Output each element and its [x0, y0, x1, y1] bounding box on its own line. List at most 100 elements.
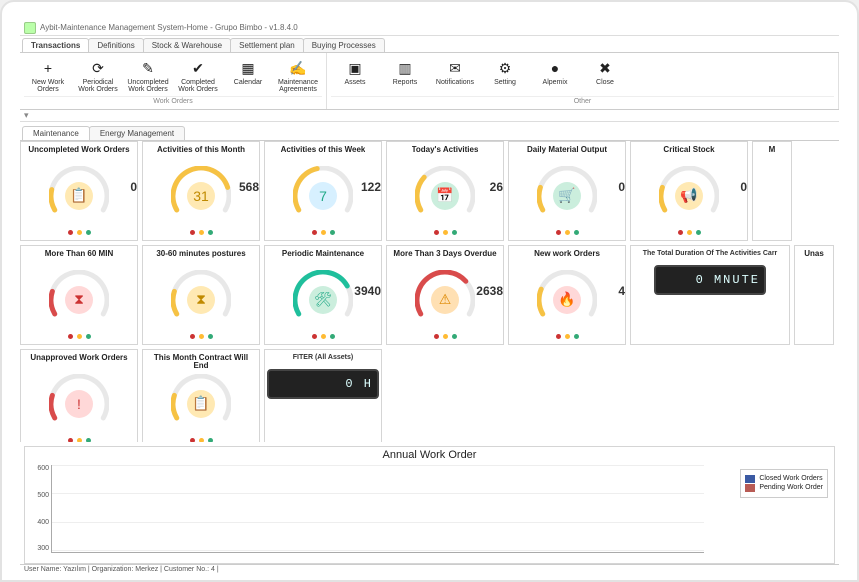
ribbon-icon: ●: [545, 58, 565, 78]
lcd-display: 0 MNUTE: [654, 265, 766, 295]
app-logo-icon: [24, 22, 36, 34]
ribbon-button[interactable]: ▥Reports: [381, 55, 429, 96]
kpi-card[interactable]: New work Orders 🔥4: [508, 245, 626, 345]
kpi-card[interactable]: This Month Contract Will End 📋: [142, 349, 260, 442]
gauge: 🛒0: [537, 166, 597, 226]
ribbon-group-title: Other: [331, 96, 834, 107]
card-title: Uncompleted Work Orders: [28, 146, 129, 164]
status-bar: User Name: Yazılım | Organization: Merke…: [20, 564, 839, 581]
card-value: 0: [130, 180, 137, 194]
card-value: 26: [490, 180, 503, 194]
dashboard-tabs: MaintenanceEnergy Management: [20, 122, 839, 140]
kpi-card[interactable]: Today's Activities📅26: [386, 141, 504, 241]
ribbon-button[interactable]: ✖Close: [581, 55, 629, 96]
card-indicators: [190, 230, 213, 235]
ribbon-button[interactable]: ⟳Periodical Work Orders: [74, 55, 122, 96]
kpi-card[interactable]: Daily Material Output🛒0: [508, 141, 626, 241]
gauge: 🔥4: [537, 270, 597, 330]
kpi-card[interactable]: Activities of this Week7122: [264, 141, 382, 241]
gauge: 📋0: [49, 166, 109, 226]
ribbon-icon: ⚙: [495, 58, 515, 78]
app-screen: Aybit-Maintenance Management System-Home…: [20, 20, 839, 580]
kpi-card-lcd[interactable]: FITER (All Assets)0 H: [264, 349, 382, 442]
kpi-card[interactable]: Uncompleted Work Orders 📋0: [20, 141, 138, 241]
gauge: 🛠3940: [293, 270, 353, 330]
card-indicators: [68, 438, 91, 442]
card-title: More Than 60 MIN: [45, 250, 113, 268]
card-title: Critical Stock: [663, 146, 714, 164]
card-title: FITER (All Assets): [293, 354, 353, 361]
kpi-card[interactable]: More Than 3 Days Overdue⚠2638: [386, 245, 504, 345]
kpi-card[interactable]: Periodic Maintenance 🛠3940: [264, 245, 382, 345]
ribbon-tab[interactable]: Settlement plan: [230, 38, 304, 52]
ribbon-button[interactable]: ●Alpemix: [531, 55, 579, 96]
card-indicators: [190, 438, 213, 442]
card-indicators: [434, 334, 457, 339]
card-indicators: [68, 334, 91, 339]
ribbon-button[interactable]: ✎Uncompleted Work Orders: [124, 55, 172, 96]
gauge: 7122: [293, 166, 353, 226]
gauge: !: [49, 374, 109, 434]
dashboard-tab[interactable]: Energy Management: [89, 126, 185, 140]
gauge: 📋: [171, 374, 231, 434]
kpi-card[interactable]: 30-60 minutes postures⧗: [142, 245, 260, 345]
card-title: This Month Contract Will End: [147, 354, 255, 372]
ribbon-tabs: TransactionsDefinitionsStock & Warehouse…: [20, 36, 839, 52]
card-value: 122: [361, 180, 381, 194]
ribbon-label: Assets: [344, 79, 365, 86]
card-title: Unas: [804, 250, 824, 268]
ribbon-tab[interactable]: Transactions: [22, 38, 89, 52]
kpi-card[interactable]: Activities of this Month 31568: [142, 141, 260, 241]
ribbon-label: Calendar: [234, 79, 262, 86]
gauge: ⧗: [49, 270, 109, 330]
kpi-card[interactable]: Unapproved Work Orders!: [20, 349, 138, 442]
card-value: 4: [618, 284, 625, 298]
ribbon-label: Reports: [393, 79, 418, 86]
card-value: 0: [618, 180, 625, 194]
ribbon-tab[interactable]: Definitions: [88, 38, 143, 52]
card-indicators: [434, 230, 457, 235]
card-title: Periodic Maintenance: [282, 250, 364, 268]
card-indicators: [556, 334, 579, 339]
card-value: 568: [239, 180, 259, 194]
ribbon-group-work-orders: +New Work Orders⟳Periodical Work Orders✎…: [20, 53, 327, 109]
ribbon-button[interactable]: ⚙Setting: [481, 55, 529, 96]
dashboard-tab[interactable]: Maintenance: [22, 126, 90, 140]
kpi-card[interactable]: More Than 60 MIN ⧗: [20, 245, 138, 345]
card-title: New work Orders: [534, 250, 600, 268]
ribbon-button[interactable]: ✔Completed Work Orders: [174, 55, 222, 96]
gauge: ⧗: [171, 270, 231, 330]
gauge: 31568: [171, 166, 231, 226]
ribbon-icon: ⟳: [88, 58, 108, 78]
ribbon-label: Periodical Work Orders: [75, 79, 121, 93]
card-indicators: [312, 230, 335, 235]
ribbon-tab[interactable]: Stock & Warehouse: [143, 38, 231, 52]
ribbon-icon: ✖: [595, 58, 615, 78]
ribbon-button[interactable]: +New Work Orders: [24, 55, 72, 96]
ribbon-button[interactable]: ▣Assets: [331, 55, 379, 96]
ribbon-label: Uncompleted Work Orders: [125, 79, 171, 93]
card-title: Activities of this Month: [157, 146, 245, 164]
ribbon-icon: ▥: [395, 58, 415, 78]
ribbon-label: Maintenance Agreements: [275, 79, 321, 93]
ribbon-icon: ✉: [445, 58, 465, 78]
kpi-card[interactable]: Critical Stock 📢0: [630, 141, 748, 241]
chart-title: Annual Work Order: [25, 447, 834, 463]
legend-item: Closed Work Orders: [745, 475, 823, 483]
kpi-card-lcd[interactable]: The Total Duration Of The Activities Car…: [630, 245, 790, 345]
ribbon-collapse-row[interactable]: ▾: [20, 110, 839, 123]
ribbon-label: Alpemix: [543, 79, 568, 86]
kpi-card-partial: Unas: [794, 245, 834, 345]
ribbon-group-other: ▣Assets▥Reports✉Notifications⚙Setting●Al…: [327, 53, 839, 109]
ribbon-label: New Work Orders: [25, 79, 71, 93]
card-row-3: Unapproved Work Orders!This Month Contra…: [20, 349, 839, 442]
ribbon-button[interactable]: ▦Calendar: [224, 55, 272, 96]
gauge: 📢0: [659, 166, 719, 226]
ribbon-button[interactable]: ✉Notifications: [431, 55, 479, 96]
ribbon: +New Work Orders⟳Periodical Work Orders✎…: [20, 53, 839, 110]
ribbon-button[interactable]: ✍Maintenance Agreements: [274, 55, 322, 96]
ribbon-icon: ✔: [188, 58, 208, 78]
chart-plot: [51, 465, 704, 553]
ribbon-tab[interactable]: Buying Processes: [303, 38, 385, 52]
card-title: More Than 3 Days Overdue: [393, 250, 496, 268]
